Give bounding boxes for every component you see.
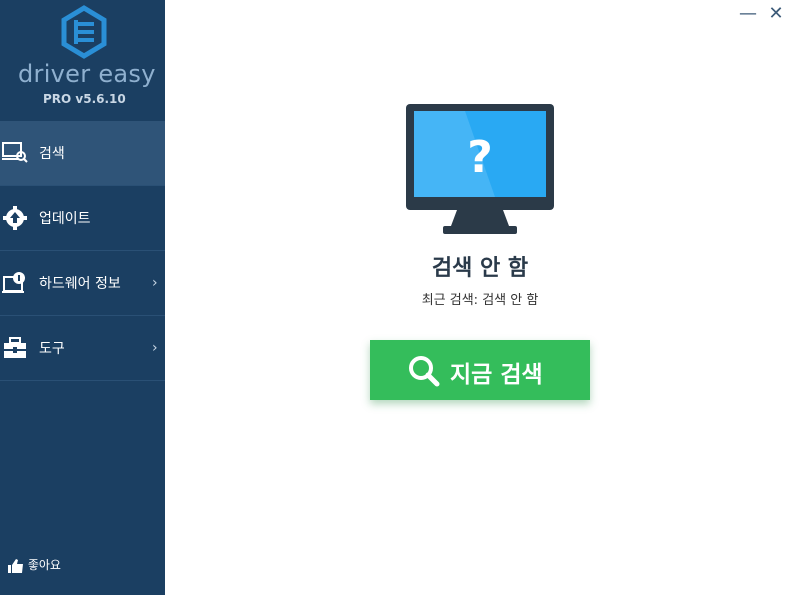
last-scan-label: 최근 검색: 검색 안 함 [421,293,539,308]
sidebar: driver easy PRO v5.6.10 검색 업데이트 하드웨어 정보 … [0,0,165,595]
driver-easy-logo-icon [61,5,107,59]
scan-now-button[interactable]: 지금 검색 [370,340,590,400]
sidebar-item-label: 검색 [39,146,65,162]
sidebar-item-scan[interactable]: 검색 [0,121,165,186]
scan-status-title: 검색 안 함 [431,256,529,281]
sidebar-item-tools[interactable]: 도구 › [0,316,165,381]
sidebar-item-label: 하드웨어 정보 [39,276,121,292]
monitor-question-icon: ? [406,104,554,234]
app-logo: driver easy PRO v5.6.10 [0,0,165,120]
monitor-question-mark: ? [467,132,493,183]
chevron-right-icon: › [152,275,158,291]
sidebar-nav: 검색 업데이트 하드웨어 정보 › 도구 › [0,121,165,381]
close-button[interactable]: ✕ [766,4,786,24]
sidebar-item-update[interactable]: 업데이트 [0,186,165,251]
scan-icon [2,142,28,163]
scan-now-label: 지금 검색 [450,362,543,388]
sidebar-item-label: 도구 [39,341,65,357]
like-button[interactable]: 좋아요 [8,556,61,573]
brand-name: driver easy [18,60,156,88]
hardware-info-icon [2,272,25,293]
chevron-right-icon: › [152,340,158,356]
like-label: 좋아요 [27,558,61,572]
sidebar-item-hardware-info[interactable]: 하드웨어 정보 › [0,251,165,316]
thumbs-up-icon [8,558,23,573]
toolbox-icon [4,337,26,358]
gear-upload-icon [3,206,27,230]
search-icon [409,356,440,387]
minimize-button[interactable]: — [738,4,758,24]
sidebar-item-label: 업데이트 [39,211,91,227]
version-label: PRO v5.6.10 [43,92,126,106]
